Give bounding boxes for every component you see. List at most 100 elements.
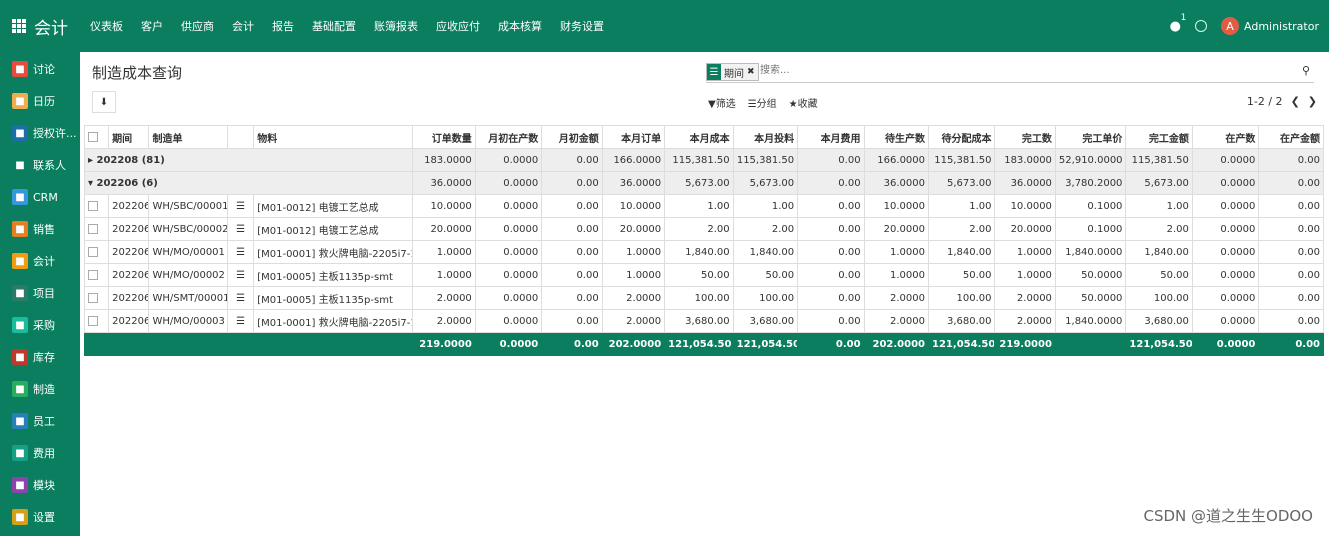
app-icon: ■ <box>12 509 28 525</box>
column-month-material[interactable]: 本月投料 <box>732 125 799 149</box>
sidebar-item[interactable]: ■ 项目 <box>0 278 80 308</box>
menu-item-accounting[interactable]: 会计 <box>232 18 254 34</box>
total-value: 219.0000 <box>412 332 476 356</box>
sidebar-item[interactable]: ■ 销售 <box>0 214 80 244</box>
table-row[interactable]: 202206 WH/SBC/00001 ☰ [M01-0012] 电镀工艺总成 10.0… <box>83 194 1324 218</box>
row-checkbox[interactable] <box>83 217 110 241</box>
table-row[interactable]: 202206 WH/SBC/00002 ☰ [M01-0012] 电镀工艺总成 20.0… <box>83 217 1324 241</box>
cell-value: 1,840.0000 <box>1054 309 1127 333</box>
group-label[interactable]: ▸ 202208 (81) <box>83 148 414 172</box>
group-row[interactable]: ▾ 202206 (6) 36.0000 0.0000 0.00 36.0000 5,67… <box>83 171 1324 195</box>
menu-item-costing[interactable]: 成本核算 <box>498 18 542 34</box>
sidebar-item[interactable]: ■ 讨论 <box>0 54 80 84</box>
cell-order: WH/MO/00002 <box>148 263 229 287</box>
row-checkbox[interactable] <box>83 194 110 218</box>
sidebar-item-label: 会计 <box>33 255 55 268</box>
filter-button[interactable]: ▼筛选 <box>708 95 736 110</box>
column-material[interactable]: 物料 <box>253 125 414 149</box>
menu-item-finance-settings[interactable]: 财务设置 <box>560 18 604 34</box>
user-menu[interactable]: A Administrator <box>1221 17 1319 35</box>
sidebar-item[interactable]: ■ 授权许... <box>0 118 80 148</box>
column-month-order[interactable]: 本月订单 <box>601 125 666 149</box>
app-icon: ■ <box>12 93 28 109</box>
menu-item-customers[interactable]: 客户 <box>141 18 163 34</box>
cell-period: 202206 <box>108 309 150 333</box>
sidebar-item[interactable]: ■ 日历 <box>0 86 80 116</box>
sidebar-item[interactable]: ■ CRM <box>0 182 80 212</box>
row-checkbox[interactable] <box>83 309 110 333</box>
menu-item-receivables[interactable]: 应收应付 <box>436 18 480 34</box>
download-button[interactable]: ⬇ <box>92 91 116 113</box>
pager-previous-icon[interactable]: ❮ <box>1291 95 1300 108</box>
table-row[interactable]: 202206 WH/MO/00001 ☰ [M01-0001] 救火牌电脑-2205i… <box>83 240 1324 264</box>
sidebar-item[interactable]: ■ 联系人 <box>0 150 80 180</box>
column-to-produce[interactable]: 待生产数 <box>863 125 930 149</box>
cell-value: 50.00 <box>928 263 996 287</box>
row-checkbox[interactable] <box>83 240 110 264</box>
sidebar-item[interactable]: ■ 采购 <box>0 310 80 340</box>
select-all-checkbox[interactable] <box>83 125 110 149</box>
app-switcher[interactable]: 会计 <box>12 0 68 52</box>
apps-grid-icon[interactable] <box>12 19 26 33</box>
column-month-cost[interactable]: 本月成本 <box>664 125 734 149</box>
sidebar-item[interactable]: ■ 费用 <box>0 438 80 468</box>
sidebar-item[interactable]: ■ 员工 <box>0 406 80 436</box>
menu-item-dashboard[interactable]: 仪表板 <box>90 18 123 34</box>
column-order[interactable]: 制造单 <box>148 125 229 149</box>
search-bar: ☰ 期间 ✖ ⚲ <box>706 62 1314 83</box>
sidebar-item[interactable]: ■ 设置 <box>0 502 80 532</box>
list-handle-icon[interactable]: ☰ <box>227 263 255 287</box>
search-facet-period[interactable]: ☰ 期间 ✖ <box>706 63 759 81</box>
cell-value: 0.00 <box>1258 194 1324 218</box>
list-handle-icon[interactable]: ☰ <box>227 240 255 264</box>
favorites-button[interactable]: ★收藏 <box>789 95 818 110</box>
column-finished-amount[interactable]: 完工金额 <box>1125 125 1193 149</box>
menu-item-ledgers[interactable]: 账簿报表 <box>374 18 418 34</box>
list-handle-icon[interactable]: ☰ <box>227 309 255 333</box>
list-handle-icon[interactable]: ☰ <box>227 286 255 310</box>
table-row[interactable]: 202206 WH/MO/00003 ☰ [M01-0001] 救火牌电脑-2205i… <box>83 309 1324 333</box>
column-wip-qty[interactable]: 在产数 <box>1191 125 1260 149</box>
menu-item-reports[interactable]: 报告 <box>272 18 294 34</box>
totals-spacer <box>148 332 229 356</box>
column-opening-amount[interactable]: 月初金额 <box>541 125 603 149</box>
list-handle-icon[interactable]: ☰ <box>227 217 255 241</box>
group-value: 0.00 <box>541 148 603 172</box>
row-checkbox[interactable] <box>83 263 110 287</box>
sidebar-item-label: 项目 <box>33 287 55 300</box>
column-finished-unit-price[interactable]: 完工单价 <box>1054 125 1127 149</box>
column-finished-qty[interactable]: 完工数 <box>994 125 1056 149</box>
sidebar-item[interactable]: ■ 制造 <box>0 374 80 404</box>
sidebar-item[interactable]: ■ 库存 <box>0 342 80 372</box>
pager-value[interactable]: 1-2 / 2 <box>1247 95 1283 108</box>
group-row[interactable]: ▸ 202208 (81) 183.0000 0.0000 0.00 166.0000 1… <box>83 148 1324 172</box>
messages-icon[interactable]: ● 1 <box>1170 13 1187 34</box>
column-wip-amount[interactable]: 在产金额 <box>1258 125 1324 149</box>
cell-value: 1.0000 <box>863 263 930 287</box>
sidebar-item[interactable]: ■ 会计 <box>0 246 80 276</box>
menu-item-vendors[interactable]: 供应商 <box>181 18 214 34</box>
table-row[interactable]: 202206 WH/SMT/00001 ☰ [M01-0005] 主板1135p-sm… <box>83 286 1324 310</box>
menu-item-base-config[interactable]: 基础配置 <box>312 18 356 34</box>
list-handle-icon[interactable]: ☰ <box>227 194 255 218</box>
search-input[interactable] <box>758 64 1262 77</box>
pager-next-icon[interactable]: ❯ <box>1308 95 1317 108</box>
cell-value: 0.00 <box>797 286 865 310</box>
column-order-qty[interactable]: 订单数量 <box>412 125 476 149</box>
row-checkbox[interactable] <box>83 286 110 310</box>
page-title: 制造成本查询 <box>92 64 183 82</box>
activity-clock-icon[interactable] <box>1195 20 1207 32</box>
totals-row: 219.0000 0.0000 0.00 202.0000 121,054.50 121,… <box>83 332 1324 356</box>
search-icon[interactable]: ⚲ <box>1302 64 1310 77</box>
cell-order: WH/MO/00001 <box>148 240 229 264</box>
column-period[interactable]: 期间 <box>108 125 150 149</box>
column-unallocated-cost[interactable]: 待分配成本 <box>928 125 996 149</box>
cell-value: 0.0000 <box>474 240 543 264</box>
remove-facet-icon[interactable]: ✖ <box>747 67 758 77</box>
column-opening-wip-qty[interactable]: 月初在产数 <box>474 125 543 149</box>
table-row[interactable]: 202206 WH/MO/00002 ☰ [M01-0005] 主板1135p-smt… <box>83 263 1324 287</box>
group-by-button[interactable]: ☰分组 <box>748 95 777 110</box>
group-label[interactable]: ▾ 202206 (6) <box>83 171 414 195</box>
column-month-expense[interactable]: 本月费用 <box>797 125 865 149</box>
sidebar-item[interactable]: ■ 模块 <box>0 470 80 500</box>
